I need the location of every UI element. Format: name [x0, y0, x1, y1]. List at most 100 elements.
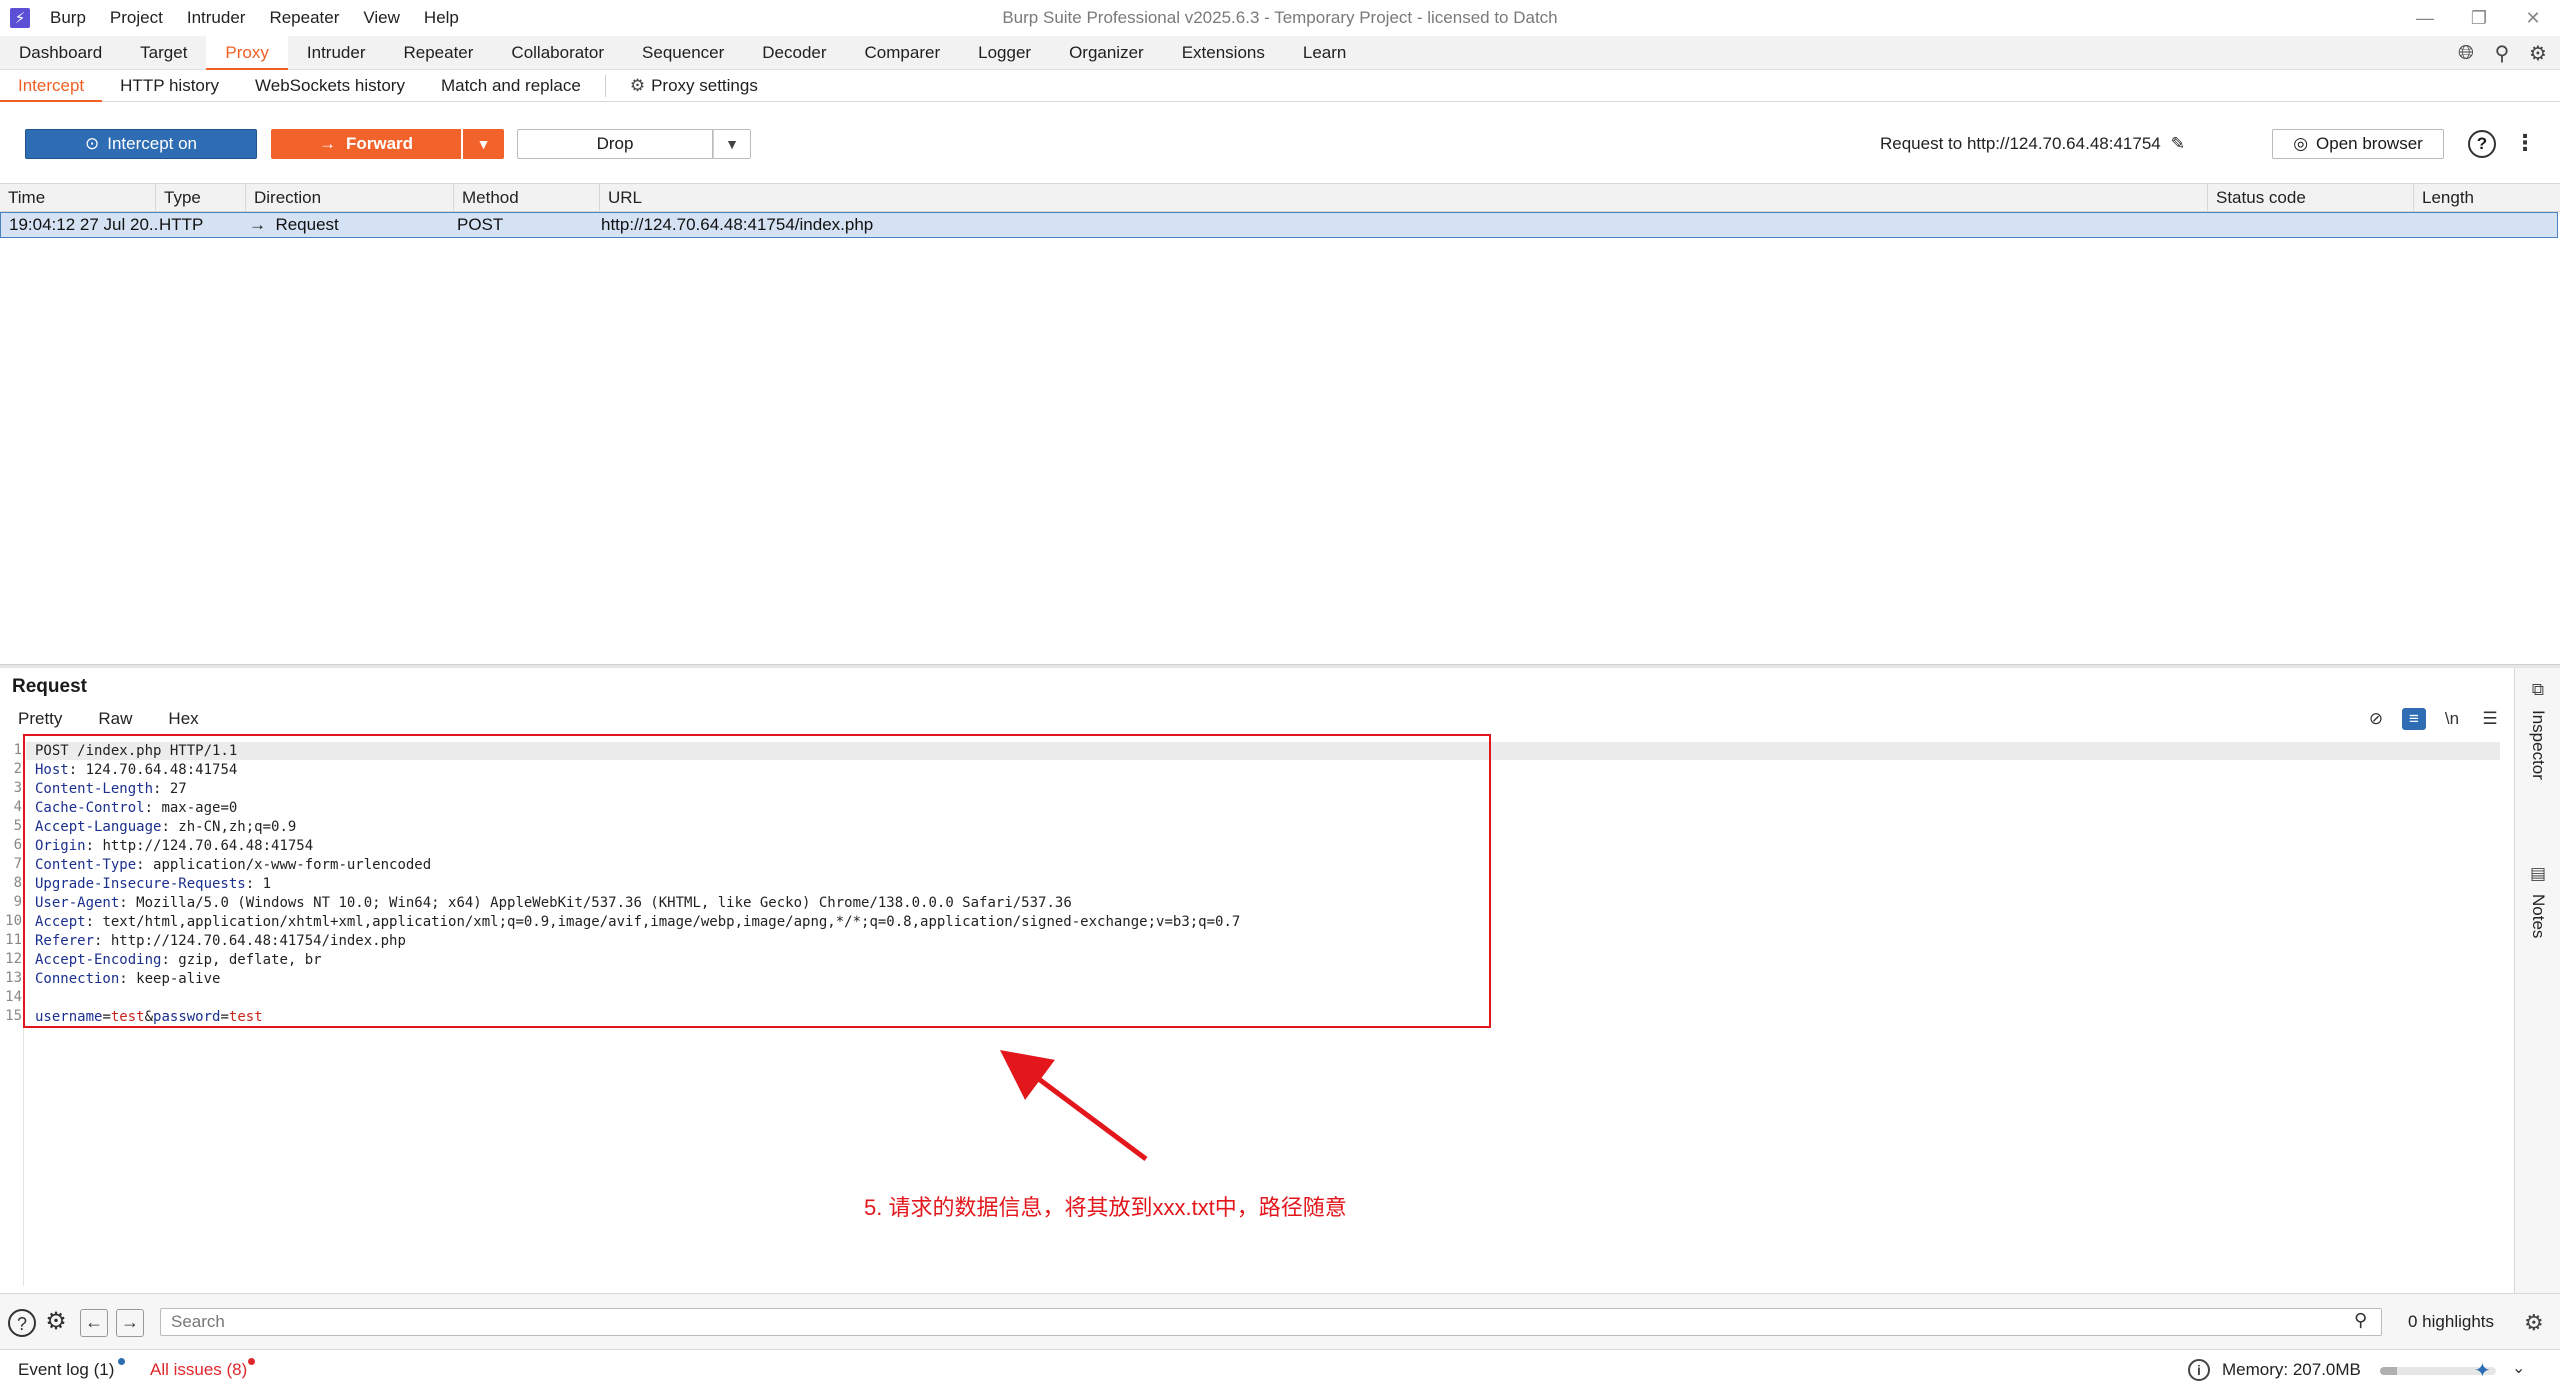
- help-icon[interactable]: ?: [2468, 130, 2496, 158]
- menu-intruder[interactable]: Intruder: [187, 8, 246, 28]
- tab-repeater[interactable]: Repeater: [384, 36, 492, 70]
- cell-status-code: [2209, 213, 2415, 237]
- drop-dropdown-button[interactable]: ▼: [713, 129, 751, 159]
- column-url[interactable]: URL: [600, 184, 2208, 212]
- open-browser-button[interactable]: ◎ Open browser: [2272, 129, 2444, 159]
- menu-repeater[interactable]: Repeater: [269, 8, 339, 28]
- header-name: Upgrade-Insecure-Requests: [35, 876, 246, 892]
- more-options-icon[interactable]: ⋮: [2514, 128, 2536, 158]
- search-bar: ? ⚙ ← → ⚲ 0 highlights ⚙: [0, 1293, 2560, 1349]
- table-row[interactable]: 19:04:12 27 Jul 20... HTTP → Request POS…: [0, 212, 2558, 238]
- gear-icon[interactable]: ⚙: [2526, 41, 2550, 66]
- subtab-websockets-history[interactable]: WebSockets history: [237, 70, 423, 102]
- column-type[interactable]: Type: [156, 184, 246, 212]
- chevron-down-icon: ▼: [725, 136, 739, 152]
- column-direction[interactable]: Direction: [246, 184, 454, 212]
- tab-comparer[interactable]: Comparer: [846, 36, 960, 70]
- tab-proxy[interactable]: Proxy: [206, 35, 288, 70]
- minimize-icon[interactable]: —: [2398, 0, 2452, 36]
- title-bar: ⚡ Burp Project Intruder Repeater View He…: [0, 0, 2560, 36]
- header-name: Accept-Language: [35, 819, 162, 835]
- code-line: Referer: http://124.70.64.48:41754/index…: [35, 933, 406, 949]
- search-icon[interactable]: ⚲: [2490, 41, 2514, 66]
- code-line: Cache-Control: max-age=0: [35, 800, 238, 816]
- wrap-lines-icon[interactable]: ≡: [2402, 708, 2426, 730]
- annotation-text: 5. 请求的数据信息，将其放到xxx.txt中，路径随意: [864, 1195, 1347, 1220]
- tab-decoder[interactable]: Decoder: [743, 36, 845, 70]
- globe-icon[interactable]: 🌐︎: [2454, 42, 2478, 65]
- open-browser-label: Open browser: [2316, 134, 2423, 153]
- request-target-label: Request to http://124.70.64.48:41754: [1880, 134, 2161, 153]
- drop-button[interactable]: Drop: [517, 129, 713, 159]
- issues-badge: [248, 1358, 255, 1365]
- pencil-icon[interactable]: ✎: [2171, 129, 2185, 159]
- notes-label: Notes: [2529, 894, 2548, 939]
- column-method[interactable]: Method: [454, 184, 600, 212]
- forward-label: Forward: [345, 134, 414, 153]
- body-token: test: [110, 1009, 145, 1025]
- subtab-http-history[interactable]: HTTP history: [102, 70, 237, 102]
- close-icon[interactable]: ✕: [2506, 0, 2560, 36]
- tab-collaborator[interactable]: Collaborator: [492, 36, 623, 70]
- header-value: gzip, deflate, br: [178, 952, 322, 968]
- gear-icon[interactable]: ⚙: [2524, 1310, 2544, 1336]
- eye-off-icon[interactable]: ⊘: [2364, 709, 2388, 729]
- column-time[interactable]: Time: [0, 184, 156, 212]
- menu-icon[interactable]: ☰: [2478, 709, 2502, 729]
- inspector-icon: ⧉: [2531, 680, 2545, 699]
- tab-sequencer[interactable]: Sequencer: [623, 36, 743, 70]
- forward-dropdown-button[interactable]: ▼: [462, 129, 504, 159]
- tab-dashboard[interactable]: Dashboard: [0, 36, 121, 70]
- tab-extensions[interactable]: Extensions: [1163, 36, 1284, 70]
- subtab-divider: [604, 74, 606, 97]
- intercept-toggle-button[interactable]: ⊙ Intercept on: [25, 129, 257, 159]
- header-name: Accept-Encoding: [35, 952, 162, 968]
- menu-burp[interactable]: Burp: [50, 8, 86, 28]
- subtab-proxy-settings[interactable]: ⚙ Proxy settings: [612, 70, 776, 102]
- subtab-match-and-replace[interactable]: Match and replace: [423, 70, 599, 102]
- tab-logger[interactable]: Logger: [959, 36, 1050, 70]
- forward-button[interactable]: → Forward: [271, 129, 461, 159]
- arrow-left-icon[interactable]: ←: [80, 1309, 108, 1337]
- status-bar: Event log (1) All issues (8) i Memory: 2…: [0, 1349, 2560, 1390]
- menu-view[interactable]: View: [363, 8, 400, 28]
- all-issues-link[interactable]: All issues (8): [150, 1360, 247, 1380]
- header-value: 1: [262, 876, 272, 892]
- window-controls: — ❐ ✕: [2398, 0, 2560, 36]
- menu-help[interactable]: Help: [424, 8, 459, 28]
- info-icon[interactable]: i: [2188, 1359, 2210, 1381]
- tab-raw[interactable]: Raw: [80, 706, 150, 732]
- proxy-settings-label: Proxy settings: [651, 75, 758, 95]
- search-input[interactable]: [160, 1308, 2382, 1336]
- chevron-down-icon[interactable]: ⌄: [2512, 1358, 2525, 1378]
- newline-toggle-icon[interactable]: \n: [2440, 709, 2464, 729]
- column-status-code[interactable]: Status code: [2208, 184, 2414, 212]
- tab-pretty[interactable]: Pretty: [0, 706, 80, 732]
- restore-icon[interactable]: ❐: [2452, 0, 2506, 36]
- tab-hex[interactable]: Hex: [150, 706, 216, 732]
- code-line: Accept-Encoding: gzip, deflate, br: [35, 952, 322, 968]
- tab-intruder[interactable]: Intruder: [288, 36, 385, 70]
- column-length[interactable]: Length: [2414, 184, 2560, 212]
- tab-learn[interactable]: Learn: [1284, 36, 1365, 70]
- arrow-right-icon[interactable]: →: [116, 1309, 144, 1337]
- notes-tab[interactable]: ▤ Notes: [2515, 864, 2560, 938]
- sparkle-icon[interactable]: ✦: [2474, 1358, 2491, 1383]
- body-token: =: [102, 1009, 111, 1025]
- line-number: 4: [13, 799, 22, 815]
- help-icon[interactable]: ?: [8, 1309, 36, 1337]
- inspector-tab[interactable]: ⧉ Inspector: [2515, 680, 2560, 780]
- code-line: Content-Length: 27: [35, 781, 187, 797]
- event-log-link[interactable]: Event log (1): [18, 1360, 114, 1380]
- arrow-right-icon: →: [318, 134, 336, 153]
- code-line: User-Agent: Mozilla/5.0 (Windows NT 10.0…: [35, 895, 1072, 911]
- gear-icon[interactable]: ⚙: [42, 1309, 70, 1337]
- tab-organizer[interactable]: Organizer: [1050, 36, 1163, 70]
- subtab-intercept[interactable]: Intercept: [0, 70, 103, 102]
- line-number: 12: [5, 951, 22, 967]
- code-line: Content-Type: application/x-www-form-url…: [35, 857, 432, 873]
- tab-target[interactable]: Target: [121, 36, 206, 70]
- menu-project[interactable]: Project: [110, 8, 163, 28]
- line-number: 15: [5, 1008, 22, 1024]
- body-token: &: [144, 1009, 154, 1025]
